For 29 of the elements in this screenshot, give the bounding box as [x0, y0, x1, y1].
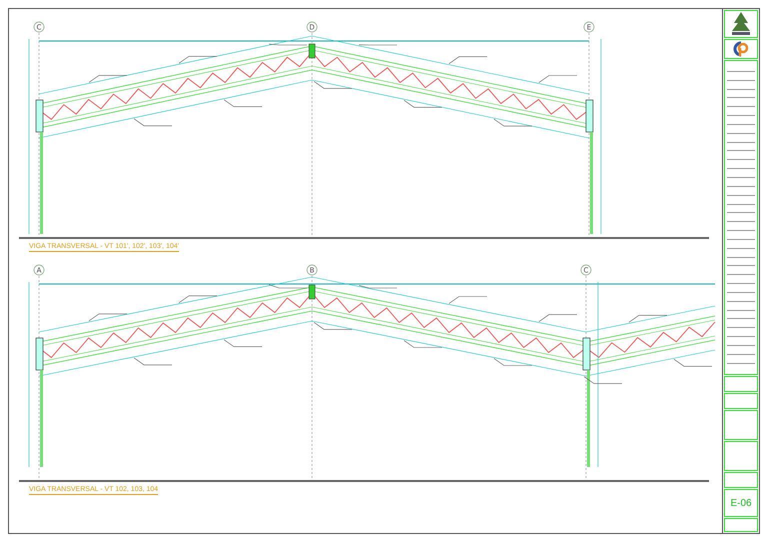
- leader-line: [268, 44, 308, 46]
- leader-line: [134, 118, 172, 126]
- leader-line: [224, 339, 262, 347]
- leader-line: [674, 359, 712, 367]
- leader-line: [88, 75, 128, 83]
- leader-line: [404, 100, 442, 108]
- leader-line: [628, 315, 668, 323]
- leader-line: [178, 296, 218, 304]
- leader-line: [448, 56, 488, 64]
- leader-line: [538, 314, 578, 322]
- tree-logo-icon: [730, 11, 752, 37]
- leader-line: [358, 44, 398, 46]
- leader-line: [358, 285, 398, 288]
- leader-line: [314, 322, 352, 330]
- leader-line: [88, 314, 128, 322]
- leader-line: [224, 99, 262, 107]
- leader-line: [178, 56, 218, 64]
- leader-line: [584, 376, 622, 384]
- leader-line: [494, 358, 532, 366]
- leader-line: [134, 358, 172, 366]
- leader-line: [404, 340, 442, 348]
- leader-line: [448, 296, 488, 304]
- letter-logo-icon: [731, 40, 751, 58]
- info-panel: [724, 376, 758, 392]
- leader-line: [268, 284, 308, 288]
- leader-line: [538, 75, 578, 83]
- leader-line: [494, 118, 532, 126]
- leader-line: [314, 81, 352, 89]
- sheet-number: E-06: [730, 498, 752, 508]
